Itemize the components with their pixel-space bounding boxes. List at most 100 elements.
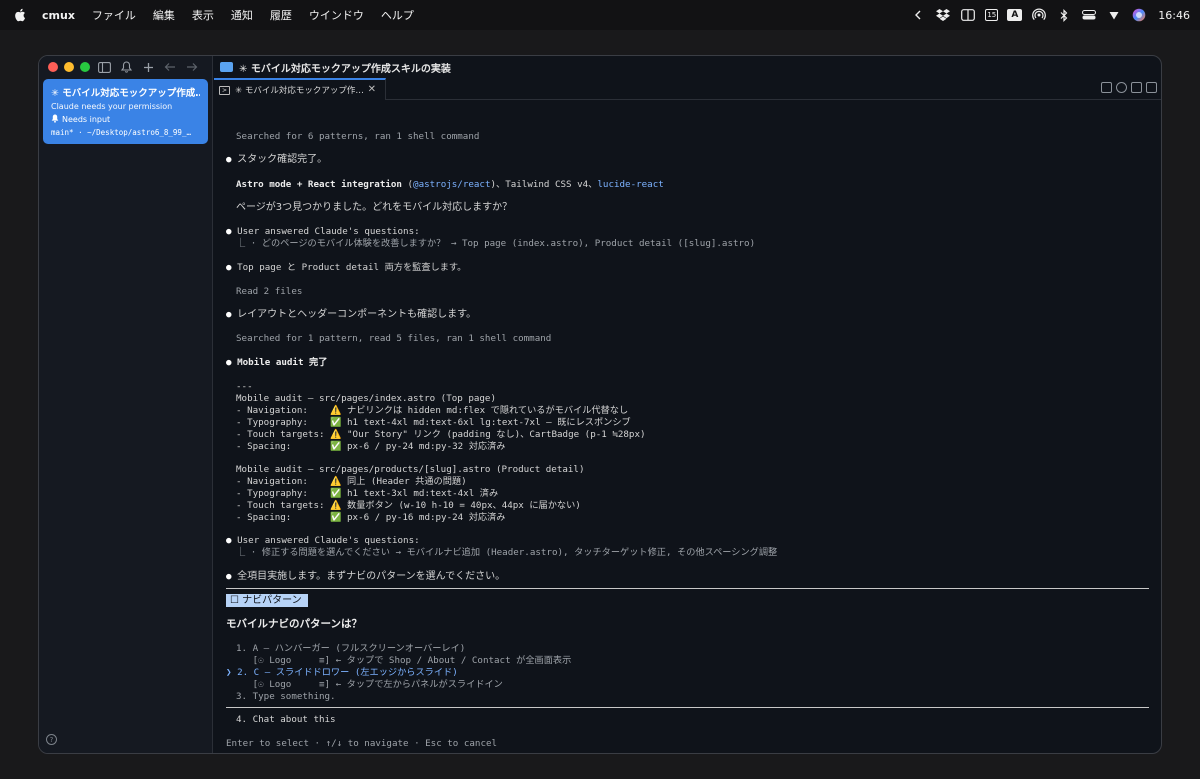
terminal-line: - Navigation: ⚠️ 同上 (Header 共通の問題) <box>236 476 467 487</box>
terminal-output[interactable]: Searched for 6 patterns, ran 1 shell com… <box>214 101 1161 753</box>
terminal-line: Read 2 files <box>236 286 303 297</box>
menu-file[interactable]: ファイル <box>92 7 136 23</box>
sidebar-toggle-icon[interactable] <box>960 8 976 22</box>
terminal-line: - Navigation: ⚠️ ナビリンクは hidden md:flex で… <box>236 405 629 416</box>
new-terminal-icon[interactable] <box>1101 82 1112 93</box>
terminal-line: - Typography: ✅ h1 text-3xl md:text-4xl … <box>236 488 499 499</box>
menu-bar: cmux ファイル 編集 表示 通知 履歴 ウインドウ ヘルプ 15 A 16:… <box>0 0 1200 30</box>
bell-icon[interactable] <box>119 60 133 74</box>
wifi-icon[interactable] <box>1106 8 1122 22</box>
folder-icon <box>220 62 233 72</box>
terminal-line: - Typography: ✅ h1 text-4xl md:text-6xl … <box>236 417 631 428</box>
terminal-line: Mobile audit — src/pages/index.astro (To… <box>236 393 496 404</box>
option-2-description: [☉ Logo ≡] ← タップで左からパネルがスライドイン <box>236 679 503 690</box>
workspace-card[interactable]: ✳ モバイル対応モックアップ作成… Claude needs your perm… <box>43 79 208 144</box>
terminal-line: --- <box>236 381 253 392</box>
option-2-selected[interactable]: ❯ 2. C — スライドドロワー (左エッジからスライド) <box>226 667 458 679</box>
sidebar-toolbar <box>97 60 199 74</box>
terminal-text: )、Tailwind CSS v4、 <box>490 179 598 190</box>
tab-bar-actions <box>1101 82 1157 93</box>
menu-app-name[interactable]: cmux <box>42 9 75 22</box>
terminal-icon: > <box>219 85 230 95</box>
menu-history[interactable]: 履歴 <box>270 7 292 23</box>
menubar-clock[interactable]: 16:46 <box>1158 9 1190 22</box>
terminal-text: User answered Claude's questions: <box>237 226 420 237</box>
terminal-line: ● User answered Claude's questions: <box>226 535 420 547</box>
forward-arrow-icon[interactable] <box>185 60 199 74</box>
globe-icon[interactable] <box>1116 82 1127 93</box>
dropbox-icon[interactable] <box>935 8 951 22</box>
tab-terminal[interactable]: > ✳ モバイル対応モックアップ作… ✕ <box>214 78 386 100</box>
bullet-icon: ● <box>226 535 232 546</box>
keyboard-hint: Enter to select · ↑/↓ to navigate · Esc … <box>226 738 498 749</box>
split-horizontal-icon[interactable] <box>1146 82 1157 93</box>
window-title: ✳ モバイル対応モックアップ作成スキルの実装 <box>239 63 451 75</box>
plus-icon[interactable] <box>141 60 155 74</box>
divider <box>226 588 1149 589</box>
link-text[interactable]: lucide-react <box>597 179 663 190</box>
bullet-icon: ● <box>226 357 232 368</box>
question-tab-chip[interactable]: ☐ ナビパターン <box>226 594 308 607</box>
terminal-text: スタック確認完了。 <box>237 154 328 165</box>
terminal-line: - Spacing: ✅ px-6 / py-24 md:py-32 対応済み <box>236 441 506 452</box>
zoom-window-button[interactable] <box>80 62 90 72</box>
window-controls <box>48 62 90 72</box>
back-arrow-icon[interactable] <box>163 60 177 74</box>
help-icon[interactable]: ? <box>46 734 57 745</box>
bullet-icon: ● <box>226 154 232 165</box>
siri-icon[interactable] <box>1131 8 1147 22</box>
terminal-line: ● Mobile audit 完了 <box>226 357 327 369</box>
option-3[interactable]: 3. Type something. <box>236 691 336 703</box>
terminal-line: ● レイアウトとヘッダーコンポーネントも確認します。 <box>226 309 476 321</box>
question-title: モバイルナビのパターンは？ <box>226 618 362 630</box>
terminal-text: 全項目実施します。まずナビのパターンを選んでください。 <box>237 571 506 582</box>
terminal-line: ⎿ · 修正する問題を選んでください → モバイルナビ追加 (Header.as… <box>236 547 778 558</box>
apple-icon[interactable] <box>14 8 32 22</box>
terminal-line: Mobile audit — src/pages/products/[slug]… <box>236 464 585 475</box>
sidebar-toggle-icon[interactable] <box>97 60 111 74</box>
calendar-icon[interactable]: 15 <box>985 9 999 21</box>
terminal-text: User answered Claude's questions: <box>237 535 420 546</box>
option-4[interactable]: 4. Chat about this <box>236 714 336 726</box>
input-mode-icon[interactable]: A <box>1007 9 1023 21</box>
bullet-icon: ● <box>226 309 232 320</box>
tab-title: ✳ モバイル対応モックアップ作… <box>235 86 364 96</box>
terminal-line: ● Top page と Product detail 両方を監査します。 <box>226 262 466 274</box>
bullet-icon: ● <box>226 571 232 582</box>
terminal-line: - Spacing: ✅ px-6 / py-16 md:py-24 対応済み <box>236 512 506 523</box>
airdrop-icon[interactable] <box>1031 8 1047 22</box>
terminal-line: Searched for 1 pattern, read 5 files, ra… <box>236 333 552 344</box>
terminal-line: ● スタック確認完了。 <box>226 154 327 166</box>
terminal-text: Top page と Product detail 両方を監査します。 <box>237 262 467 273</box>
terminal-line: ページが3つ見つかりました。どれをモバイル対応しますか？ <box>236 202 513 213</box>
terminal-text: Astro mode + React integration <box>236 179 402 190</box>
bluetooth-icon[interactable] <box>1056 8 1072 22</box>
bullet-icon: ● <box>226 262 232 273</box>
menu-edit[interactable]: 編集 <box>153 7 175 23</box>
menu-window[interactable]: ウインドウ <box>309 7 364 23</box>
workspace-path: main* · ~/Desktop/astro6_8_99_… <box>51 128 191 137</box>
workspace-subtitle: Claude needs your permission <box>51 102 173 111</box>
sidebar: ✳ モバイル対応モックアップ作成… Claude needs your perm… <box>39 56 213 753</box>
close-tab-icon[interactable]: ✕ <box>368 84 376 95</box>
bell-icon <box>51 114 59 125</box>
tab-bar: > ✳ モバイル対応モックアップ作… ✕ <box>214 78 1161 100</box>
control-center-icon[interactable] <box>1081 8 1097 22</box>
chevron-left-icon[interactable] <box>910 8 926 22</box>
menu-view[interactable]: 表示 <box>192 7 214 23</box>
option-1[interactable]: 1. A — ハンバーガー (フルスクリーンオーバーレイ) <box>236 643 465 655</box>
bullet-icon: ● <box>226 226 232 237</box>
workspace-status: Needs input <box>51 114 200 125</box>
split-vertical-icon[interactable] <box>1131 82 1142 93</box>
terminal-line: Searched for 6 patterns, ran 1 shell com… <box>236 131 480 142</box>
menu-notifications[interactable]: 通知 <box>231 7 253 23</box>
terminal-line: - Touch targets: ⚠️ "Our Story" リンク (pad… <box>236 429 646 440</box>
minimize-window-button[interactable] <box>64 62 74 72</box>
close-window-button[interactable] <box>48 62 58 72</box>
window-titlebar: ✳ モバイル対応モックアップ作成スキルの実装 <box>214 56 1161 78</box>
terminal-text: Mobile audit 完了 <box>237 357 328 368</box>
terminal-text: レイアウトとヘッダーコンポーネントも確認します。 <box>237 309 477 320</box>
divider <box>226 707 1149 708</box>
link-text[interactable]: @astrojs/react <box>413 179 490 190</box>
menu-help[interactable]: ヘルプ <box>381 7 414 23</box>
